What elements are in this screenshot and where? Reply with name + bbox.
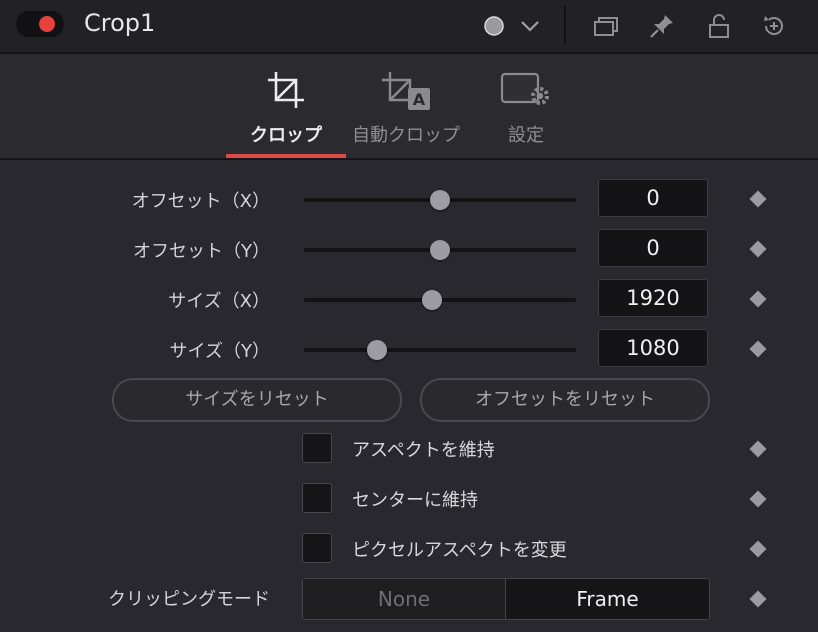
active-tab-indicator <box>226 154 346 158</box>
node-title: Crop1 <box>84 9 156 37</box>
checkbox-label: アスペクトを維持 <box>352 440 495 461</box>
slider-thumb[interactable] <box>430 190 450 210</box>
slider-track[interactable] <box>304 190 576 210</box>
tab-label: 自動クロップ <box>352 125 460 146</box>
color-dot-icon[interactable] <box>480 12 508 40</box>
tab-settings[interactable]: 設定 <box>486 54 566 158</box>
keyframe-icon[interactable] <box>749 540 767 558</box>
lock-icon[interactable] <box>705 12 733 40</box>
pin-icon[interactable] <box>648 12 676 40</box>
slider-thumb[interactable] <box>367 340 388 360</box>
auto-crop-icon: A <box>382 72 430 110</box>
checkbox-label: センターに維持 <box>352 490 478 511</box>
param-row-size-y: サイズ（Y） 1080 <box>0 327 818 371</box>
param-label: サイズ（Y） <box>169 341 270 362</box>
keyframe-icon[interactable] <box>749 290 767 308</box>
value-field[interactable]: 1920 <box>598 279 708 317</box>
tab-crop[interactable]: クロップ <box>236 54 336 158</box>
versions-icon[interactable] <box>592 12 620 40</box>
crop-icon <box>268 72 304 108</box>
svg-text:A: A <box>413 90 426 109</box>
tab-auto-crop[interactable]: A 自動クロップ <box>344 54 468 158</box>
header-divider <box>564 6 566 44</box>
checkbox-label: ピクセルアスペクトを変更 <box>352 540 567 561</box>
keyframe-icon[interactable] <box>749 440 767 458</box>
keyframe-icon[interactable] <box>749 590 767 608</box>
value-field[interactable]: 0 <box>598 229 708 267</box>
change-pixel-aspect-checkbox[interactable] <box>302 533 332 563</box>
reset-offset-button[interactable]: オフセットをリセット <box>420 378 710 422</box>
clipping-option-none[interactable]: None <box>303 579 506 619</box>
slider-thumb[interactable] <box>430 240 450 260</box>
param-label: オフセット（Y） <box>133 241 270 262</box>
param-label: オフセット（X） <box>131 191 270 212</box>
keyframe-icon[interactable] <box>749 190 767 208</box>
node-enable-toggle[interactable] <box>16 11 64 37</box>
slider-track[interactable] <box>304 240 576 260</box>
keyframe-icon[interactable] <box>749 240 767 258</box>
inspector-tab-bar: クロップ A 自動クロップ 設定 <box>0 54 818 160</box>
tab-label: クロップ <box>250 125 322 146</box>
reset-size-button[interactable]: サイズをリセット <box>112 378 402 422</box>
keyframe-icon[interactable] <box>749 340 767 358</box>
slider-thumb[interactable] <box>421 290 442 310</box>
clipping-option-frame[interactable]: Frame <box>506 579 709 619</box>
param-row-offset-x: オフセット（X） 0 <box>0 177 818 221</box>
value-field[interactable]: 0 <box>598 179 708 217</box>
keep-aspect-checkbox[interactable] <box>302 433 332 463</box>
chevron-down-icon[interactable] <box>516 12 544 40</box>
clipping-mode-label: クリッピングモード <box>108 589 270 610</box>
value-field[interactable]: 1080 <box>598 329 708 367</box>
toggle-indicator <box>39 16 55 32</box>
slider-track[interactable] <box>304 340 576 360</box>
node-header: Crop1 <box>0 0 818 54</box>
clipping-mode-selector: None Frame <box>302 578 710 620</box>
param-row-size-x: サイズ（X） 1920 <box>0 277 818 321</box>
settings-icon <box>500 72 549 105</box>
keyframe-icon[interactable] <box>749 490 767 508</box>
slider-track[interactable] <box>304 290 576 310</box>
reset-icon[interactable] <box>760 12 788 40</box>
keep-center-checkbox[interactable] <box>302 483 332 513</box>
param-row-offset-y: オフセット（Y） 0 <box>0 227 818 271</box>
tab-label: 設定 <box>508 125 544 146</box>
param-label: サイズ（X） <box>168 291 270 312</box>
